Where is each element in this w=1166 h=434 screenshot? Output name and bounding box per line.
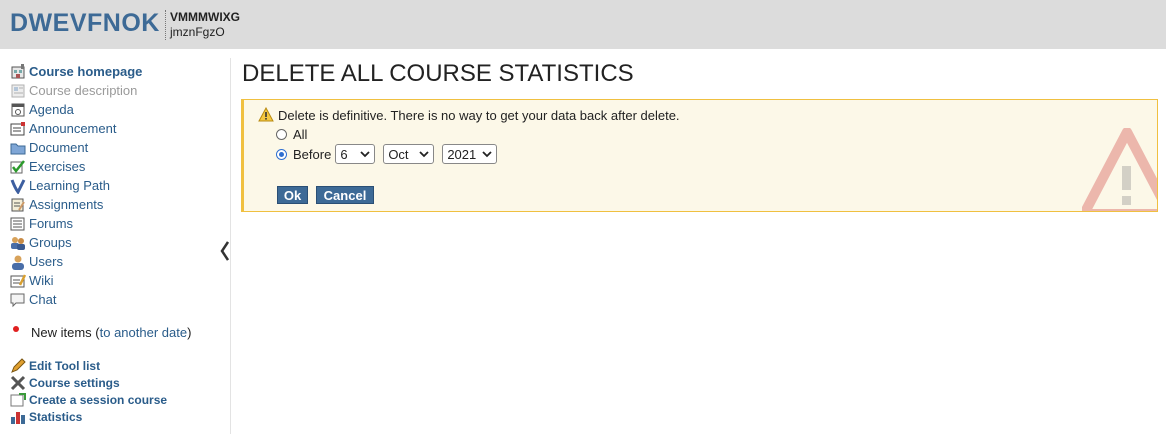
course-title: VMMMWIXG: [170, 10, 240, 24]
warning-box: Delete is definitive. There is no way to…: [241, 99, 1158, 212]
user-icon: [10, 254, 26, 270]
sidebar-item-wiki[interactable]: Wiki: [10, 271, 54, 290]
pencil-icon: [10, 357, 26, 374]
calendar-icon: [10, 102, 26, 118]
new-items-label: New items (: [31, 325, 100, 340]
warning-watermark-icon: [1082, 128, 1157, 211]
forum-icon: [10, 216, 26, 232]
sidebar-item-label: Assignments: [29, 197, 104, 212]
cancel-button[interactable]: Cancel: [316, 186, 374, 204]
day-value: 6: [340, 146, 348, 162]
sidebar-divider: [230, 58, 231, 434]
sidebar-item-label: Learning Path: [29, 178, 110, 193]
sidebar-item-chat[interactable]: Chat: [10, 290, 56, 309]
page-header: DWEVFNOK VMMMWIXG jmznFgzO: [0, 0, 1166, 49]
page-title: DELETE ALL COURSE STATISTICS: [242, 60, 634, 87]
admin-item-label: Statistics: [29, 409, 83, 424]
wiki-icon: [10, 273, 27, 289]
settings-icon: [10, 375, 26, 391]
chevron-down-icon: [419, 150, 429, 157]
sidebar-item-assignments[interactable]: Assignments: [10, 195, 103, 214]
admin-item-label: Create a session course: [29, 392, 168, 407]
sidebar-item-label: Chat: [29, 292, 57, 307]
statistics-link[interactable]: Statistics: [10, 408, 82, 425]
day-select[interactable]: 6: [335, 144, 376, 164]
course-code[interactable]: DWEVFNOK: [10, 9, 160, 38]
warning-message: Delete is definitive. There is no way to…: [258, 106, 680, 123]
group-icon: [10, 235, 26, 251]
sidebar-item-course-homepage[interactable]: Course homepage: [10, 62, 142, 81]
ok-button[interactable]: Ok: [277, 186, 308, 204]
another-date-link[interactable]: to another date: [100, 325, 187, 340]
assignment-icon: [10, 197, 26, 213]
course-owner: jmznFgzO: [170, 25, 225, 39]
sidebar-item-label: Exercises: [29, 159, 86, 174]
sidebar-item-groups[interactable]: Groups: [10, 233, 72, 252]
sidebar-item-label: Document: [29, 140, 89, 155]
edit-tool-list-link[interactable]: Edit Tool list: [10, 357, 100, 374]
option-all-row[interactable]: All: [276, 127, 307, 142]
sidebar-item-learning-path[interactable]: Learning Path: [10, 176, 110, 195]
before-radio[interactable]: [276, 148, 287, 160]
sidebar-item-label: Forums: [29, 216, 74, 231]
announcement-icon: [10, 121, 26, 137]
before-label[interactable]: Before: [293, 147, 331, 162]
warning-text: Delete is definitive. There is no way to…: [278, 107, 680, 123]
sidebar-item-label: Course description: [29, 83, 138, 98]
course-settings-link[interactable]: Course settings: [10, 374, 120, 391]
admin-item-label: Edit Tool list: [29, 358, 101, 373]
home-icon: [10, 63, 26, 80]
sidebar-item-forums[interactable]: Forums: [10, 214, 73, 233]
warning-icon: [258, 106, 274, 123]
collapse-sidebar-icon[interactable]: [220, 241, 230, 264]
sidebar-item-users[interactable]: Users: [10, 252, 63, 271]
all-label[interactable]: All: [293, 127, 307, 142]
new-items-legend: New items ( to another date ): [10, 325, 191, 340]
option-before-row[interactable]: Before 6 Oct 2021: [276, 144, 498, 164]
description-icon: [10, 83, 26, 99]
sidebar-item-label: Course homepage: [29, 64, 143, 79]
all-radio[interactable]: [276, 129, 287, 140]
create-session-course-link[interactable]: Create a session course: [10, 391, 167, 408]
sidebar-item-course-description[interactable]: Course description: [10, 81, 137, 100]
admin-item-label: Course settings: [29, 375, 120, 390]
sidebar-item-label: Users: [29, 254, 63, 269]
chevron-down-icon: [360, 150, 370, 157]
session-icon: [10, 392, 26, 408]
sidebar-item-document[interactable]: Document: [10, 138, 88, 157]
sidebar-item-label: Announcement: [29, 121, 117, 136]
year-select[interactable]: 2021: [442, 144, 498, 164]
learning-path-icon: [10, 178, 26, 195]
sidebar-item-exercises[interactable]: Exercises: [10, 157, 85, 176]
sidebar-item-agenda[interactable]: Agenda: [10, 100, 74, 119]
sidebar-item-announcement[interactable]: Announcement: [10, 119, 116, 138]
statistics-icon: [10, 409, 26, 425]
header-divider: [165, 10, 166, 40]
sidebar-item-label: Wiki: [29, 273, 54, 288]
month-value: Oct: [388, 146, 409, 162]
month-select[interactable]: Oct: [383, 144, 435, 164]
chevron-down-icon: [482, 150, 492, 157]
folder-icon: [10, 140, 26, 156]
new-item-dot-icon: [13, 325, 19, 332]
year-value: 2021: [447, 146, 477, 162]
sidebar-item-label: Agenda: [29, 102, 74, 117]
chat-icon: [10, 292, 26, 308]
checkmark-icon: [10, 159, 26, 175]
new-items-suffix: ): [187, 325, 192, 340]
sidebar-item-label: Groups: [29, 235, 72, 250]
